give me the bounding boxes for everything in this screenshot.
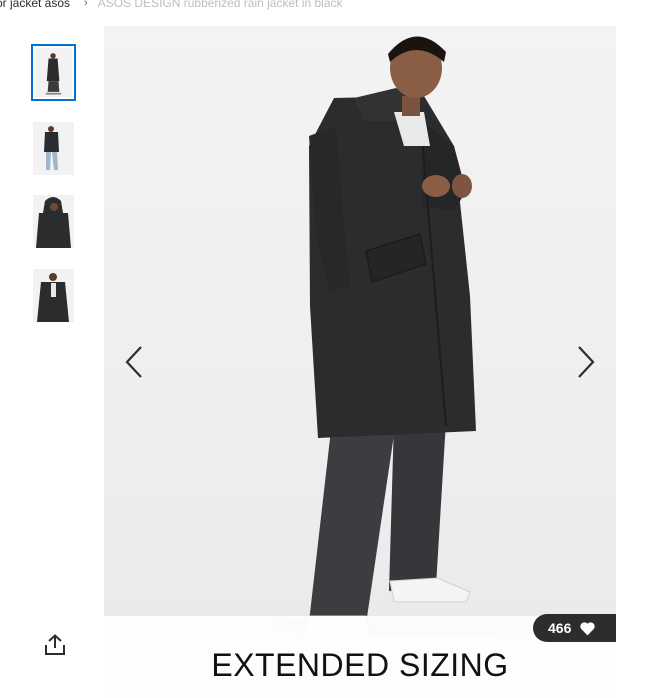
previous-image-button[interactable]	[120, 344, 148, 380]
breadcrumb: or jacket asos › ASOS DESIGN rubberized …	[0, 0, 343, 11]
thumbnail-image-front	[35, 48, 72, 97]
thumbnail-image-closeup	[33, 269, 74, 322]
product-photo	[274, 36, 574, 639]
saves-count-badge[interactable]: 466	[533, 614, 616, 642]
breadcrumb-link-parent[interactable]: or jacket asos	[0, 0, 70, 11]
thumbnail-image-jeans	[33, 122, 74, 175]
chevron-left-icon	[125, 346, 142, 378]
share-icon	[45, 634, 65, 655]
chevron-right-icon	[578, 346, 595, 378]
breadcrumb-current: ASOS DESIGN rubberized rain jacket in bl…	[97, 0, 343, 10]
thumbnail-1[interactable]	[31, 44, 76, 101]
breadcrumb-separator: ›	[84, 0, 88, 9]
thumbnail-4[interactable]	[33, 269, 74, 322]
next-image-button[interactable]	[572, 344, 600, 380]
saves-count: 466	[548, 620, 572, 636]
share-button[interactable]	[44, 634, 66, 656]
thumbnail-3[interactable]	[33, 195, 74, 248]
thumbnail-image-hood	[33, 195, 74, 248]
thumbnail-2[interactable]	[33, 122, 74, 175]
heart-icon	[580, 621, 596, 635]
banner-text: EXTENDED SIZING	[211, 646, 509, 683]
main-product-image[interactable]: EXTENDED SIZING	[104, 26, 616, 698]
